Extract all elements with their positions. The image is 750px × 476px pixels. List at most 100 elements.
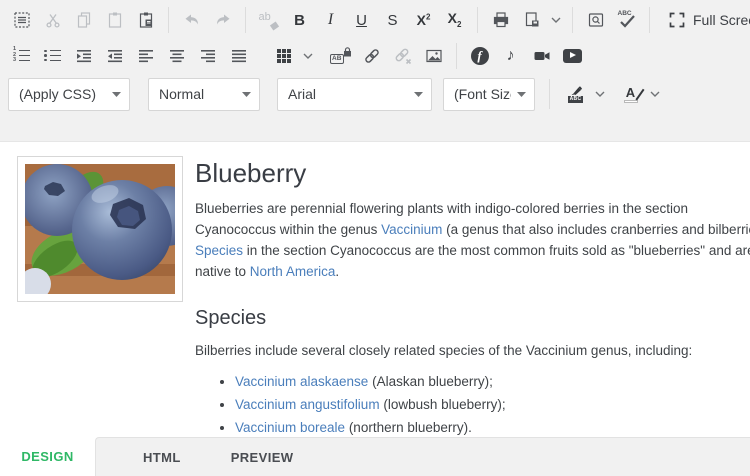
font-color-dropdown-button[interactable]	[646, 80, 664, 108]
apply-css-value: (Apply CSS)	[19, 86, 106, 102]
unordered-list-button[interactable]	[37, 42, 68, 70]
vaccinium-link[interactable]: Vaccinium	[381, 222, 442, 237]
italic-button[interactable]: I	[315, 6, 346, 34]
chevron-down-icon	[595, 91, 605, 97]
font-family-dropdown[interactable]: Arial	[277, 78, 432, 111]
unlink-icon	[393, 46, 413, 66]
export-button[interactable]	[516, 6, 547, 34]
vaccinium-boreale-link[interactable]: Vaccinium boreale	[235, 420, 345, 435]
strikethrough-label: S	[387, 13, 397, 28]
strip-formatting-button[interactable]: ab	[253, 6, 284, 34]
paste-from-word-button[interactable]	[130, 6, 161, 34]
font-color-button[interactable]: A	[615, 80, 646, 108]
bold-button[interactable]: B	[284, 6, 315, 34]
species-list: Vaccinium alaskaense (Alaskan blueberry)…	[195, 370, 750, 437]
unordered-list-icon	[44, 50, 61, 62]
align-right-icon	[198, 46, 218, 66]
tab-preview[interactable]: PREVIEW	[231, 450, 294, 465]
species-link[interactable]: Species	[195, 243, 243, 258]
indent-icon	[74, 46, 94, 66]
chevron-down-icon	[650, 91, 660, 97]
tab-design[interactable]: DESIGN	[0, 437, 95, 476]
tab-design-label: DESIGN	[21, 449, 73, 464]
subscript-button[interactable]: X2	[439, 6, 470, 34]
align-center-button[interactable]	[161, 42, 192, 70]
blueberries-photo	[25, 164, 175, 294]
subscript-icon: X2	[448, 11, 462, 29]
editor-toolbar: ab B I U S X2 X2	[0, 0, 750, 142]
insert-table-button[interactable]	[268, 42, 299, 70]
align-left-icon	[136, 46, 156, 66]
anchor-button[interactable]: AB	[325, 42, 356, 70]
insert-image-button[interactable]	[418, 42, 449, 70]
export-dropdown-button[interactable]	[547, 6, 565, 34]
paragraph-style-dropdown[interactable]: Normal	[148, 78, 260, 111]
spellcheck-icon: ABC	[616, 10, 638, 30]
paste-icon	[105, 10, 125, 30]
dropdown-caret-icon	[242, 92, 251, 97]
underline-button[interactable]: U	[346, 6, 377, 34]
full-screen-label: Full Screen Mode	[693, 12, 750, 28]
article-title: Blueberry	[195, 157, 750, 189]
cut-button[interactable]	[37, 6, 68, 34]
undo-button[interactable]	[176, 6, 207, 34]
table-dropdown-button[interactable]	[299, 42, 317, 70]
insert-video-button[interactable]	[526, 42, 557, 70]
apply-css-dropdown[interactable]: (Apply CSS)	[8, 78, 130, 111]
editor-canvas[interactable]: Blueberry Blueberries are perennial flow…	[0, 142, 750, 437]
insert-link-button[interactable]	[356, 42, 387, 70]
separator	[477, 7, 478, 33]
export-icon	[522, 10, 542, 30]
print-icon	[491, 10, 511, 30]
dropdown-caret-icon	[414, 92, 423, 97]
highlight-color-button[interactable]: ABC	[560, 80, 591, 108]
superscript-button[interactable]: X2	[408, 6, 439, 34]
copy-button[interactable]	[68, 6, 99, 34]
highlight-color-dropdown-button[interactable]	[591, 80, 609, 108]
font-size-value: (Font Size)	[454, 86, 511, 102]
align-right-button[interactable]	[192, 42, 223, 70]
table-icon	[274, 46, 294, 66]
undo-icon	[182, 10, 202, 30]
strikethrough-button[interactable]: S	[377, 6, 408, 34]
print-button[interactable]	[485, 6, 516, 34]
paragraph-line: Species in the section Cyanococcus are t…	[195, 240, 750, 261]
youtube-icon	[563, 49, 582, 63]
paragraph-line: native to North America.	[195, 261, 750, 282]
strip-formatting-icon: ab	[259, 11, 279, 29]
redo-icon	[213, 10, 233, 30]
justify-button[interactable]	[223, 42, 254, 70]
vaccinium-angustifolium-link[interactable]: Vaccinium angustifolium	[235, 397, 380, 412]
tabstrip-inactive-area: HTML PREVIEW	[95, 437, 750, 476]
north-america-link[interactable]: North America	[250, 264, 336, 279]
video-camera-icon	[532, 46, 552, 66]
select-all-icon	[12, 10, 32, 30]
article-image[interactable]	[17, 156, 183, 302]
insert-audio-button[interactable]: ♪	[495, 42, 526, 70]
ordered-list-button[interactable]: 1 2 3	[6, 42, 37, 70]
align-left-button[interactable]	[130, 42, 161, 70]
article-text: Blueberry Blueberries are perennial flow…	[195, 156, 750, 437]
full-screen-mode-button[interactable]: Full Screen Mode	[661, 8, 750, 32]
insert-flash-button[interactable]: f	[464, 42, 495, 70]
indent-button[interactable]	[68, 42, 99, 70]
outdent-icon	[105, 46, 125, 66]
insert-youtube-button[interactable]	[557, 42, 588, 70]
tab-html[interactable]: HTML	[143, 450, 181, 465]
paste-button[interactable]	[99, 6, 130, 34]
spellcheck-button[interactable]: ABC	[611, 6, 642, 34]
article-paragraph-2: Bilberries include several closely relat…	[195, 340, 750, 361]
toolbar-row-3: (Apply CSS) Normal Arial (Font Size)	[0, 73, 750, 115]
chevron-down-icon	[551, 17, 561, 23]
select-all-button[interactable]	[6, 6, 37, 34]
separator	[572, 7, 573, 33]
outdent-button[interactable]	[99, 42, 130, 70]
vaccinium-alaskaense-link[interactable]: Vaccinium alaskaense	[235, 374, 368, 389]
remove-link-button[interactable]	[387, 42, 418, 70]
redo-button[interactable]	[207, 6, 238, 34]
toolbar-row-1: ab B I U S X2 X2	[0, 2, 750, 38]
dropdown-caret-icon	[517, 92, 526, 97]
font-size-dropdown[interactable]: (Font Size)	[443, 78, 535, 111]
paragraph-line: Blueberries are perennial flowering plan…	[195, 198, 750, 219]
preview-button[interactable]	[580, 6, 611, 34]
